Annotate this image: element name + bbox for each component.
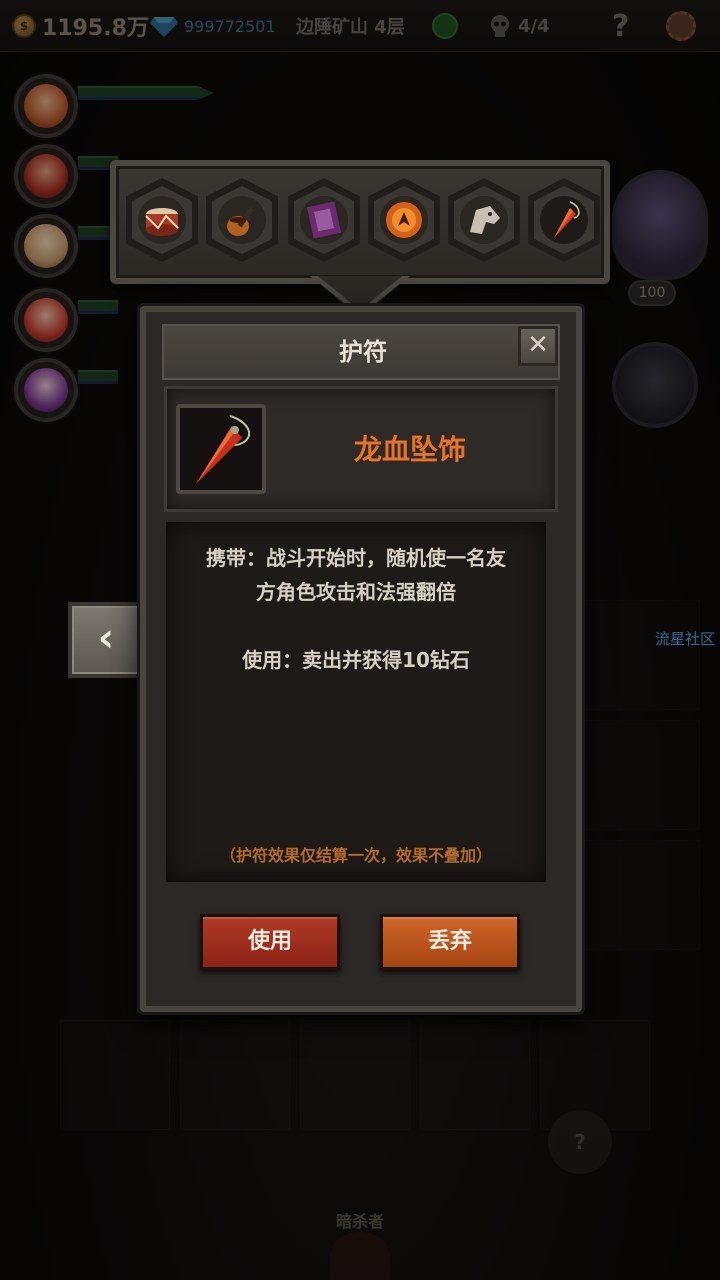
pipe-icon	[218, 196, 266, 244]
item-name: 龙血坠饰	[353, 433, 466, 466]
amulet-slot-tome[interactable]	[288, 178, 360, 262]
amulet-slot-drum[interactable]	[126, 178, 198, 262]
dragon-blood-pendant-icon	[176, 404, 266, 494]
dialog-title: 护符	[339, 338, 387, 366]
amulet-slot-pipe[interactable]	[206, 178, 278, 262]
amulet-slot-dragon-blood-pendant[interactable]	[528, 178, 600, 262]
phoenix-orb-icon	[380, 196, 428, 244]
dialog-header: 护符	[162, 324, 560, 380]
use-effect-line: 使用：卖出并获得10钻石	[242, 648, 470, 672]
stacking-note: （护符效果仅结算一次，效果不叠加）	[219, 846, 492, 865]
discard-button[interactable]: 丢弃	[380, 914, 520, 970]
dragon-blood-pendant-icon	[540, 196, 588, 244]
amulet-slot-phoenix-orb[interactable]	[368, 178, 440, 262]
description-box	[164, 520, 548, 884]
carry-effect-line-2: 方角色攻击和法强翻倍	[256, 580, 456, 604]
amulet-slot-beast-head[interactable]	[448, 178, 520, 262]
back-arrow-button[interactable]: ‹	[68, 602, 144, 678]
drum-icon	[138, 196, 186, 244]
beast-head-icon	[460, 196, 508, 244]
use-button[interactable]: 使用	[200, 914, 340, 970]
carry-effect-line-1: 携带：战斗开始时，随机使一名友	[206, 546, 506, 570]
tome-icon	[300, 196, 348, 244]
close-button[interactable]: ✕	[518, 326, 558, 366]
